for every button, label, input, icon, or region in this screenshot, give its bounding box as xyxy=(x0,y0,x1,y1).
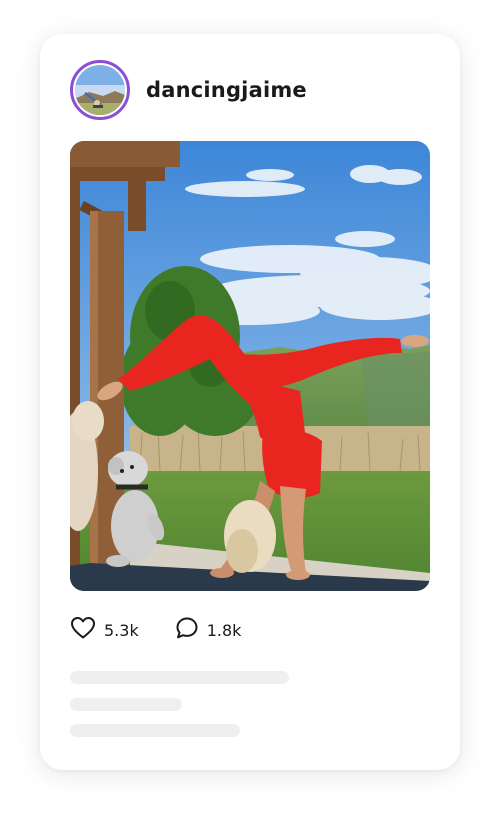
username[interactable]: dancingjaime xyxy=(146,78,307,102)
comment-button[interactable]: 1.8k xyxy=(175,616,242,644)
like-button[interactable]: 5.3k xyxy=(70,616,139,644)
like-count: 5.3k xyxy=(104,620,139,640)
post-actions: 5.3k 1.8k xyxy=(70,616,277,644)
post-photo[interactable] xyxy=(70,141,430,591)
post-header: dancingjaime xyxy=(70,57,307,123)
post-card: dancingjaime 5.3k 1.8k xyxy=(40,34,460,770)
caption-placeholder-line xyxy=(70,698,182,711)
caption-placeholder-line xyxy=(70,724,240,737)
speech-bubble-icon xyxy=(175,616,199,644)
avatar-image xyxy=(75,65,125,115)
caption-placeholder-line xyxy=(70,671,289,684)
heart-outline-icon xyxy=(70,616,96,644)
avatar[interactable] xyxy=(70,60,130,120)
comment-count: 1.8k xyxy=(206,620,242,640)
